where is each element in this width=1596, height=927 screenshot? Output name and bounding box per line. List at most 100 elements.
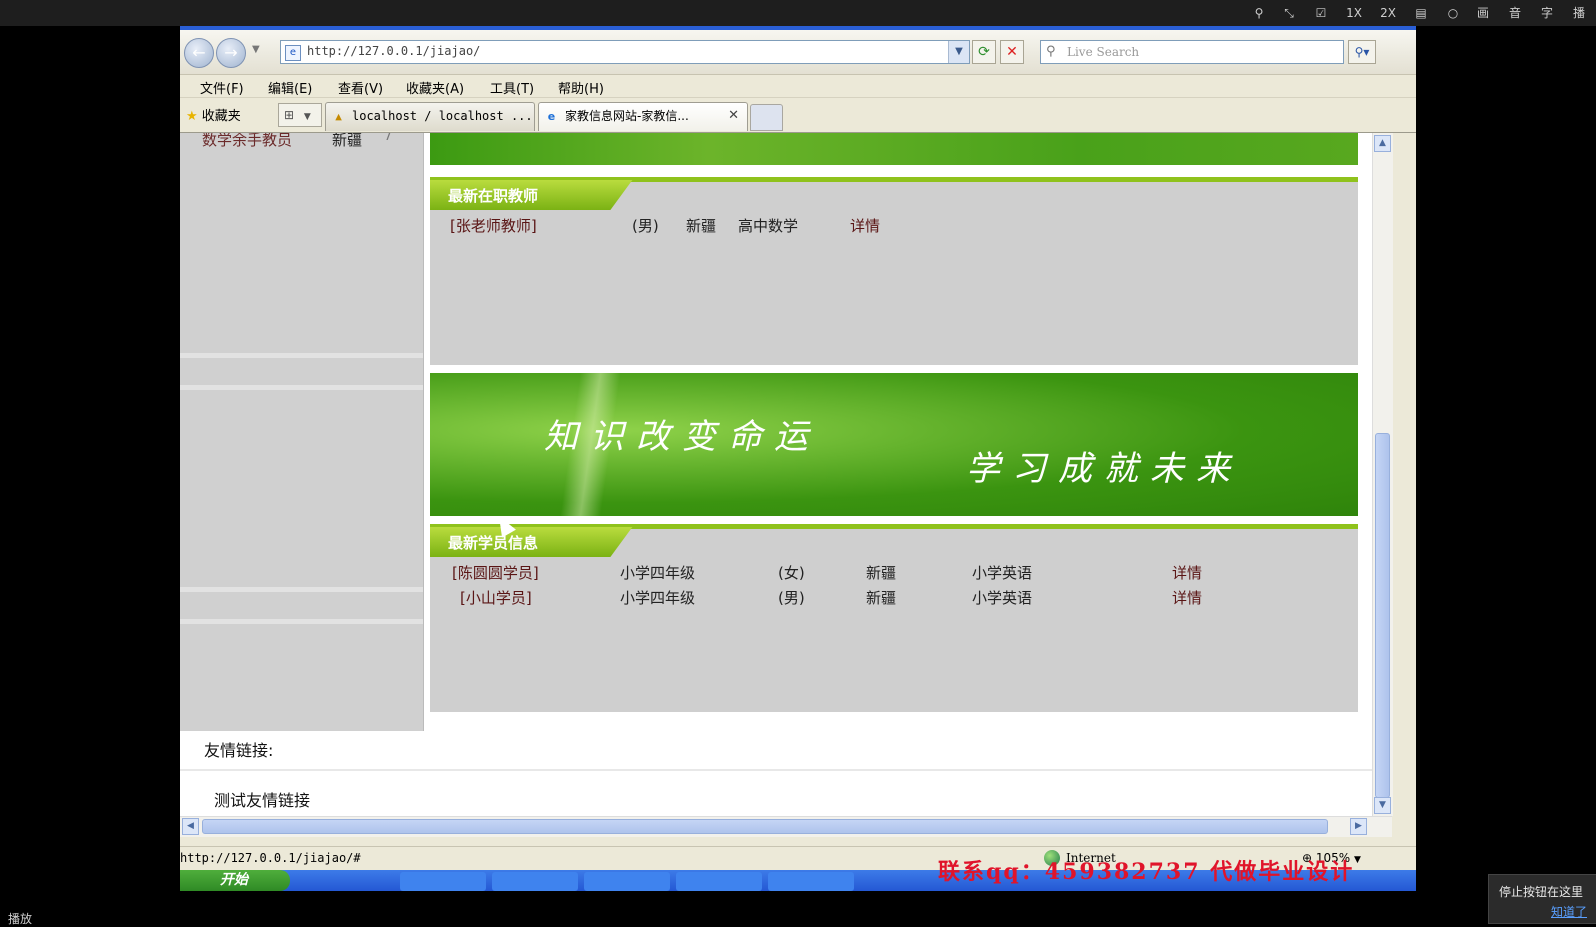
chevron-down-icon: ▼ [1354, 855, 1361, 865]
student-gender: (男) [778, 589, 805, 607]
teacher-subject: 高中数学 [738, 217, 799, 235]
picture-button[interactable]: 画 [1472, 4, 1494, 22]
tab-localhost[interactable]: ▲ localhost / localhost ... [325, 102, 535, 131]
teachers-panel-header: 最新在职教师 [430, 177, 1358, 210]
friend-link[interactable]: 测试友情链接 [214, 787, 310, 811]
sidebar-divider [180, 619, 423, 624]
history-dropdown-icon[interactable]: ▼ [252, 44, 260, 55]
vertical-scroll-thumb[interactable] [1375, 433, 1390, 798]
close-icon[interactable]: ✕ [728, 103, 739, 129]
menu-favorites[interactable]: 收藏夹(A) [406, 78, 464, 97]
taskbar-item[interactable] [400, 872, 486, 891]
search-icon: ⚲ [1046, 44, 1056, 59]
taskbar: 开始 联系qq：459382737 代做毕业设计 [180, 859, 1416, 891]
horizontal-scrollbar[interactable]: ◀ ▶ [180, 816, 1392, 837]
subtitle-button[interactable]: 字 [1536, 4, 1558, 22]
start-button[interactable]: 开始 [180, 870, 290, 891]
audio-button[interactable]: 音 [1504, 4, 1526, 22]
player-toolbar: ⚲ ⤡ ☑ 1X 2X ▤ ○ 画 音 字 播 [0, 0, 1596, 26]
tab-label: 家教信息网站-家教信... [565, 109, 689, 123]
favorites-button[interactable]: ★ 收藏夹 [186, 105, 241, 124]
slogan-banner: 知识改变命运 学习成就未来 [430, 373, 1358, 516]
scroll-left-icon[interactable]: ◀ [182, 818, 199, 835]
vertical-scrollbar[interactable]: ▲ ▼ [1372, 133, 1393, 816]
bulb-icon[interactable]: ○ [1442, 4, 1464, 22]
taskbar-item[interactable] [676, 872, 762, 891]
pma-icon: ▲ [335, 110, 342, 123]
friend-links-section: 友情链接: 测试友情链接 [180, 731, 1372, 816]
sidebar-teacher-count: 7 [384, 133, 393, 144]
student-detail-link[interactable]: 详情 [1172, 562, 1202, 583]
teacher-detail-link[interactable]: 详情 [850, 215, 880, 236]
play-mode-button[interactable]: 播 [1568, 4, 1590, 22]
sidebar-divider [180, 385, 423, 390]
scroll-up-icon[interactable]: ▲ [1374, 135, 1391, 152]
search-input[interactable]: Live Search [1067, 45, 1139, 59]
refresh-icon[interactable]: ⟳ [972, 40, 996, 64]
menu-edit[interactable]: 编辑(E) [268, 78, 312, 97]
student-name-link[interactable]: [小山学员] [460, 587, 532, 608]
taskbar-item[interactable] [492, 872, 578, 891]
menu-tools[interactable]: 工具(T) [490, 78, 534, 97]
sidebar-teacher-region: 新疆 [332, 133, 363, 149]
student-region: 新疆 [866, 564, 897, 582]
back-arrow-icon[interactable]: ← [184, 38, 214, 68]
resize-icon[interactable]: ⤡ [1278, 4, 1300, 22]
page-viewport: 数学余手教员 新疆 7 最新在职教师 [张老师教师] (男) 新疆 高中数学 详… [180, 133, 1372, 816]
teachers-panel: 最新在职教师 [张老师教师] (男) 新疆 高中数学 详情 [430, 177, 1358, 365]
student-region: 新疆 [866, 589, 897, 607]
horizontal-scroll-thumb[interactable] [202, 819, 1328, 834]
menu-bar: 文件(F) 编辑(E) 查看(V) 收藏夹(A) 工具(T) 帮助(H) [180, 75, 1416, 98]
new-tab-button[interactable] [750, 104, 783, 131]
quick-tabs-button[interactable]: ⊞ ▼ [278, 103, 322, 127]
stop-icon[interactable]: ✕ [1000, 40, 1024, 64]
teacher-gender: (男) [632, 217, 659, 235]
student-subject: 小学英语 [972, 564, 1033, 582]
window-icon[interactable]: ▤ [1410, 4, 1432, 22]
teachers-title: 最新在职教师 [448, 187, 539, 205]
play-label[interactable]: 播放 [8, 910, 32, 927]
edit-icon[interactable]: ☑ [1310, 4, 1332, 22]
search-go-icon[interactable]: ⚲▾ [1348, 40, 1376, 64]
tooltip-dismiss-link[interactable]: 知道了 [1551, 903, 1587, 920]
star-icon: ★ [186, 109, 198, 124]
address-bar[interactable]: e http://127.0.0.1/jiajao/ ▼ [280, 40, 970, 64]
address-input[interactable]: http://127.0.0.1/jiajao/ [307, 44, 480, 58]
divider [180, 769, 1372, 771]
status-url: http://127.0.0.1/jiajao/# [180, 851, 361, 865]
sidebar-teacher-name[interactable]: 数学余手教员 [202, 133, 292, 150]
address-dropdown-icon[interactable]: ▼ [948, 41, 969, 63]
pin-icon[interactable]: ⚲ [1248, 4, 1270, 22]
taskbar-item[interactable] [768, 872, 854, 891]
tooltip-text: 停止按钮在这里 [1499, 885, 1584, 899]
scroll-right-icon[interactable]: ▶ [1350, 818, 1367, 835]
favorites-label: 收藏夹 [201, 109, 241, 124]
taskbar-item[interactable] [584, 872, 670, 891]
student-detail-link[interactable]: 详情 [1172, 587, 1202, 608]
student-grade: 小学四年级 [620, 564, 696, 582]
speed-1x-button[interactable]: 1X [1340, 4, 1368, 22]
menu-help[interactable]: 帮助(H) [558, 78, 604, 97]
tab-bar: ★ 收藏夹 ⊞ ▼ ▲ localhost / localhost ... e … [180, 98, 1416, 133]
player-tooltip: 停止按钮在这里 知道了 [1488, 874, 1596, 924]
slogan-left: 知识改变命运 [544, 417, 820, 457]
watermark-text: 联系qq：459382737 代做毕业设计 [938, 859, 1355, 885]
student-grade: 小学四年级 [620, 589, 696, 607]
top-banner-strip [430, 133, 1358, 165]
menu-file[interactable]: 文件(F) [200, 78, 244, 97]
search-box[interactable]: ⚲ Live Search [1040, 40, 1344, 64]
tab-jiajiao[interactable]: e 家教信息网站-家教信... ✕ [538, 102, 748, 131]
forward-arrow-icon[interactable]: → [216, 38, 246, 68]
student-name-link[interactable]: [陈圆圆学员] [452, 562, 539, 583]
browser-window: ← → ▼ e http://127.0.0.1/jiajao/ ▼ ⟳ ✕ ⚲… [180, 26, 1416, 891]
friend-links-title: 友情链接: [204, 741, 274, 760]
page-icon: e [285, 45, 301, 61]
chevron-down-icon: ▼ [303, 112, 311, 122]
menu-view[interactable]: 查看(V) [338, 78, 383, 97]
student-subject: 小学英语 [972, 589, 1033, 607]
scroll-down-icon[interactable]: ▼ [1374, 797, 1391, 814]
teacher-name-link[interactable]: [张老师教师] [450, 215, 537, 236]
speed-2x-button[interactable]: 2X [1374, 4, 1402, 22]
students-title: 最新学员信息 [448, 534, 539, 552]
student-gender: (女) [778, 564, 805, 582]
